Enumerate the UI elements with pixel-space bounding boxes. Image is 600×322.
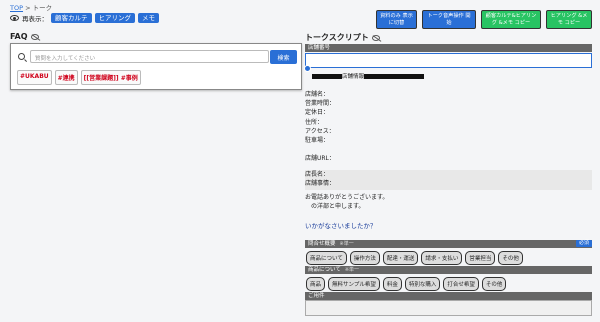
faq-tag[interactable]: [[営業課題]] #事例 <box>80 70 141 85</box>
inquiry-option[interactable]: 操作方法 <box>349 251 380 265</box>
product-header: 商品について ※単一 <box>305 266 592 274</box>
holiday-label: 定休日： <box>305 109 330 117</box>
redacted-text <box>312 73 342 79</box>
copy-hearing-memo-button[interactable]: ヒアリング &メモ コピー <box>546 10 592 29</box>
redisplay-karte-button[interactable]: 顧客カルテ <box>51 13 92 23</box>
shop-info-list: 店舗名： 営業時間： 定休日： 住所： アクセス： 駐車場： <box>305 90 335 145</box>
inquiry-option[interactable]: 配達・運送 <box>382 251 419 265</box>
shop-name-label: 店舗名： <box>305 91 330 98</box>
hide-eye-icon[interactable] <box>371 34 380 41</box>
hide-eye-icon[interactable] <box>30 33 39 40</box>
shop-info-label: 店舗情報 <box>342 74 365 80</box>
product-option[interactable]: 打合せ希望 <box>443 277 479 291</box>
manager-name-label: 店長名： <box>305 171 330 178</box>
inquiry-option[interactable]: 商品について <box>306 251 347 265</box>
business-hours-label: 営業時間： <box>305 100 336 108</box>
inquiry-option[interactable]: その他 <box>498 251 523 265</box>
shop-url-label: 店舗URL： <box>305 155 335 162</box>
faq-title: FAQ <box>10 32 39 41</box>
drag-handle[interactable] <box>304 65 311 72</box>
product-option[interactable]: その他 <box>481 277 507 291</box>
shop-number-input[interactable] <box>305 53 592 68</box>
faq-tag[interactable]: #UKABU <box>17 70 52 85</box>
how-may-i-help-text: いかがなさいましたか？ <box>305 222 377 230</box>
voice-control-start-button[interactable]: トーク音声操作 開始 <box>422 10 476 29</box>
faq-search-input[interactable]: 質問を入力してください <box>30 50 269 63</box>
inquiry-option[interactable]: 営業担当 <box>465 251 496 265</box>
greeting-line: お電話ありがとうございます。 <box>305 194 389 201</box>
redisplay-memo-button[interactable]: メモ <box>138 13 159 23</box>
shop-number-header: 店舗番号 <box>305 44 592 52</box>
faq-panel: 質問を入力してください 検索 #UKABU #連携 [[営業課題]] #事例 <box>10 43 302 90</box>
shop-situation-label: 店舗事情： <box>305 180 336 187</box>
redisplay-label: 再表示： <box>22 15 48 23</box>
faq-tag[interactable]: #連携 <box>54 70 78 85</box>
faq-search-row: 質問を入力してください <box>18 50 269 63</box>
breadcrumb-top-link[interactable]: TOP <box>10 4 23 12</box>
product-option[interactable]: 特別な購入 <box>404 277 441 291</box>
faq-search-button[interactable]: 検索 <box>270 50 297 64</box>
breadcrumb: TOP > トーク <box>10 2 52 12</box>
single-select-note: ※単一 <box>339 241 354 247</box>
requirement-header: ご用件 <box>305 292 592 300</box>
inquiry-summary-header: 問合せ概要 ※単一 <box>305 240 592 248</box>
redisplay-hearing-button[interactable]: ヒアリング <box>94 13 135 23</box>
product-options: 商品 無料サンプル希望 料金 特別な購入 打合せ希望 その他 <box>306 277 507 291</box>
faq-tags: #UKABU #連携 [[営業課題]] #事例 <box>17 70 141 85</box>
faq-title-text: FAQ <box>10 32 28 41</box>
product-option[interactable]: 商品 <box>306 277 326 291</box>
eye-icon <box>10 15 19 21</box>
product-option[interactable]: 無料サンプル希望 <box>328 277 380 291</box>
inquiry-option[interactable]: 請求・支払い <box>421 251 463 265</box>
redacted-text <box>364 73 425 79</box>
parking-label: 駐車場： <box>305 137 330 145</box>
manager-info-block: 店長名： 店舗事情： <box>305 170 592 190</box>
required-badge: 必須 <box>575 240 592 247</box>
talk-script-title-text: トークスクリプト <box>305 33 369 42</box>
single-select-note: ※単一 <box>344 267 360 273</box>
breadcrumb-separator: > <box>25 4 31 12</box>
top-action-buttons: 資料のみ 表示に切替 トーク音声操作 開始 顧客カルテ&ヒアリング &メモ コピ… <box>376 10 592 29</box>
address-label: 住所： <box>305 118 324 126</box>
copy-karte-hearing-memo-button[interactable]: 顧客カルテ&ヒアリング &メモ コピー <box>481 10 541 29</box>
breadcrumb-current: トーク <box>32 4 53 12</box>
requirement-memo-field[interactable] <box>305 300 592 316</box>
access-label: アクセス： <box>305 127 335 135</box>
talk-script-title: トークスクリプト <box>305 32 380 43</box>
product-label: 商品について <box>308 267 341 273</box>
redisplay-bar: 再表示： 顧客カルテ ヒアリング メモ <box>10 13 159 23</box>
greeting-line: の洋部と申します。 <box>305 203 365 210</box>
inquiry-summary-label: 問合せ概要 <box>308 241 336 247</box>
product-option[interactable]: 料金 <box>382 277 402 291</box>
shop-info-heading: 店舗情報 <box>312 72 425 80</box>
greeting-script: お電話ありがとうございます。 の洋部と申します。 <box>305 193 388 211</box>
search-icon <box>18 53 25 60</box>
switch-docs-only-button[interactable]: 資料のみ 表示に切替 <box>376 10 417 29</box>
inquiry-options: 商品について 操作方法 配達・運送 請求・支払い 営業担当 その他 <box>306 251 523 265</box>
